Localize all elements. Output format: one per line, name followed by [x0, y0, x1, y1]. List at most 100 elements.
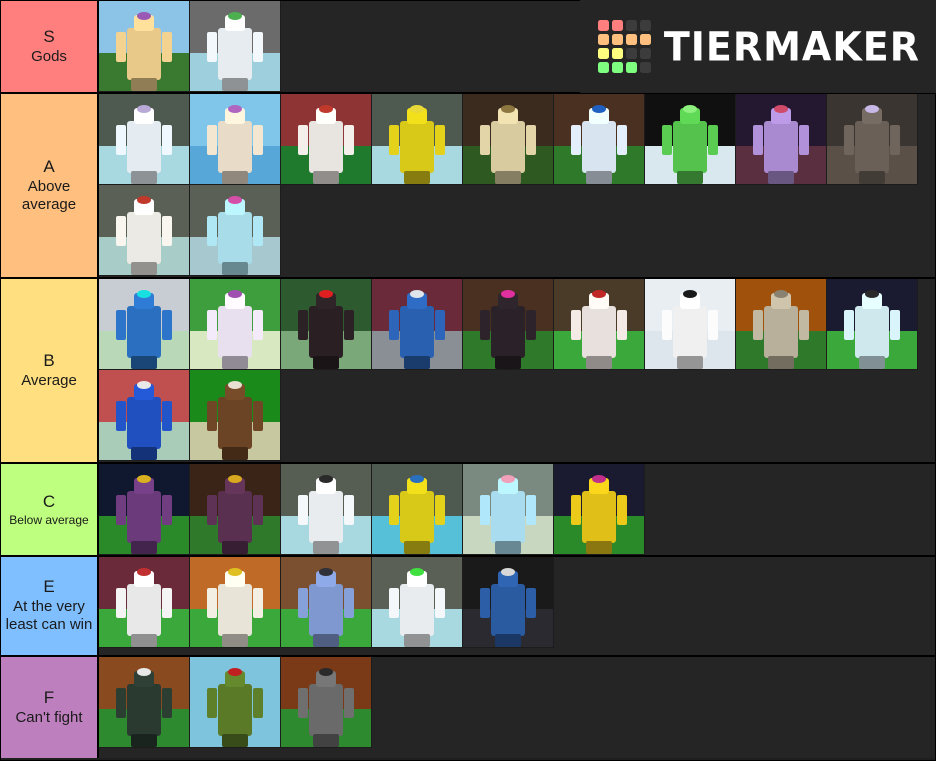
logo-cell-5 — [611, 34, 623, 45]
figure-arm-left — [116, 688, 126, 719]
item-sword-pillar — [190, 557, 280, 647]
tier-item[interactable] — [736, 94, 827, 185]
tier-item[interactable] — [463, 94, 554, 185]
figure-arm-left — [207, 688, 217, 719]
tier-item[interactable] — [99, 1, 190, 92]
character-dark-neon-hair — [463, 279, 553, 369]
tier-item[interactable] — [827, 94, 918, 185]
tier-item[interactable] — [827, 279, 918, 370]
figure-arm-right — [526, 588, 536, 619]
figure-arm-left — [207, 310, 217, 341]
figure-accent — [410, 475, 424, 484]
tier-item[interactable] — [190, 1, 281, 92]
figure-accent — [137, 12, 151, 21]
logo-cell-0 — [597, 20, 609, 31]
tier-label-b[interactable]: B Average — [1, 279, 99, 462]
figure-arm-left — [207, 588, 217, 619]
tier-label-s[interactable]: S Gods — [1, 1, 99, 92]
tier-item[interactable] — [99, 657, 190, 748]
figure-accent — [410, 290, 424, 299]
figure-arm-right — [890, 125, 900, 156]
figure-arm-left — [207, 125, 217, 156]
figure-accent — [319, 105, 333, 114]
figure-arm-right — [162, 32, 172, 63]
tier-item[interactable] — [190, 279, 281, 370]
tier-letter: B — [43, 350, 55, 370]
character-ocean-sunset — [190, 94, 280, 184]
tier-item[interactable] — [281, 557, 372, 648]
tier-item[interactable] — [463, 464, 554, 555]
tier-item[interactable] — [736, 279, 827, 370]
tier-item[interactable] — [645, 94, 736, 185]
tier-item[interactable] — [190, 557, 281, 648]
tier-item[interactable] — [463, 557, 554, 648]
thumb-figure — [207, 668, 263, 737]
character-dark-shadow — [827, 94, 917, 184]
tier-letter: S — [43, 26, 55, 46]
figure-accent — [501, 568, 515, 577]
character-red-striped — [281, 94, 371, 184]
tier-label-c[interactable]: C Below average — [1, 464, 99, 555]
tier-item[interactable] — [281, 657, 372, 748]
tier-item[interactable] — [190, 185, 281, 276]
tier-item[interactable] — [99, 279, 190, 370]
tier-item[interactable] — [190, 464, 281, 555]
tier-item[interactable] — [372, 464, 463, 555]
thumb-figure — [480, 568, 536, 637]
figure-arm-left — [844, 125, 854, 156]
tier-item[interactable] — [554, 464, 645, 555]
figure-arm-left — [389, 495, 399, 526]
tier-item[interactable] — [281, 279, 372, 370]
tier-item[interactable] — [645, 279, 736, 370]
tier-label-f[interactable]: F Can't fight — [1, 657, 99, 758]
figure-arm-left — [480, 588, 490, 619]
tier-item[interactable] — [463, 279, 554, 370]
tier-items-c[interactable] — [99, 464, 935, 555]
logo-cell-2 — [625, 20, 637, 31]
thumb-figure — [753, 290, 809, 359]
tier-item[interactable] — [554, 279, 645, 370]
figure-arm-left — [298, 125, 308, 156]
tier-items-e[interactable] — [99, 557, 935, 655]
tier-item[interactable] — [99, 370, 190, 461]
tier-item[interactable] — [99, 464, 190, 555]
tier-row-b: B Average — [1, 279, 935, 464]
tier-items-a[interactable] — [99, 94, 935, 277]
tier-item[interactable] — [190, 94, 281, 185]
figure-arm-right — [617, 310, 627, 341]
figure-arm-right — [344, 310, 354, 341]
logo-cell-6 — [625, 34, 637, 45]
figure-accent — [319, 568, 333, 577]
tier-subtitle: Above average — [21, 177, 77, 213]
tier-row-f: F Can't fight — [1, 657, 935, 758]
tier-label-e[interactable]: E At the very least can win — [1, 557, 99, 655]
tier-item[interactable] — [281, 464, 372, 555]
figure-arm-left — [298, 688, 308, 719]
figure-accent — [228, 105, 242, 114]
thumb-figure — [298, 105, 354, 174]
tier-items-b[interactable] — [99, 279, 935, 462]
thumb-figure — [298, 290, 354, 359]
thumb-figure — [116, 568, 172, 637]
thumb-figure — [662, 105, 718, 174]
tier-item[interactable] — [99, 94, 190, 185]
figure-arm-left — [116, 401, 126, 432]
figure-accent — [592, 105, 606, 114]
logo-cell-4 — [597, 34, 609, 45]
figure-accent — [774, 105, 788, 114]
tier-item[interactable] — [372, 279, 463, 370]
figure-accent — [228, 381, 242, 390]
tier-item[interactable] — [99, 557, 190, 648]
tier-item[interactable] — [190, 370, 281, 461]
tier-item[interactable] — [190, 657, 281, 748]
figure-arm-right — [253, 495, 263, 526]
tier-item[interactable] — [99, 185, 190, 276]
tier-items-f[interactable] — [99, 657, 935, 758]
tier-item[interactable] — [281, 94, 372, 185]
tier-label-a[interactable]: A Above average — [1, 94, 99, 277]
tier-letter: C — [42, 491, 56, 511]
tier-item[interactable] — [372, 557, 463, 648]
tier-item[interactable] — [372, 94, 463, 185]
tier-item[interactable] — [554, 94, 645, 185]
figure-accent — [137, 568, 151, 577]
